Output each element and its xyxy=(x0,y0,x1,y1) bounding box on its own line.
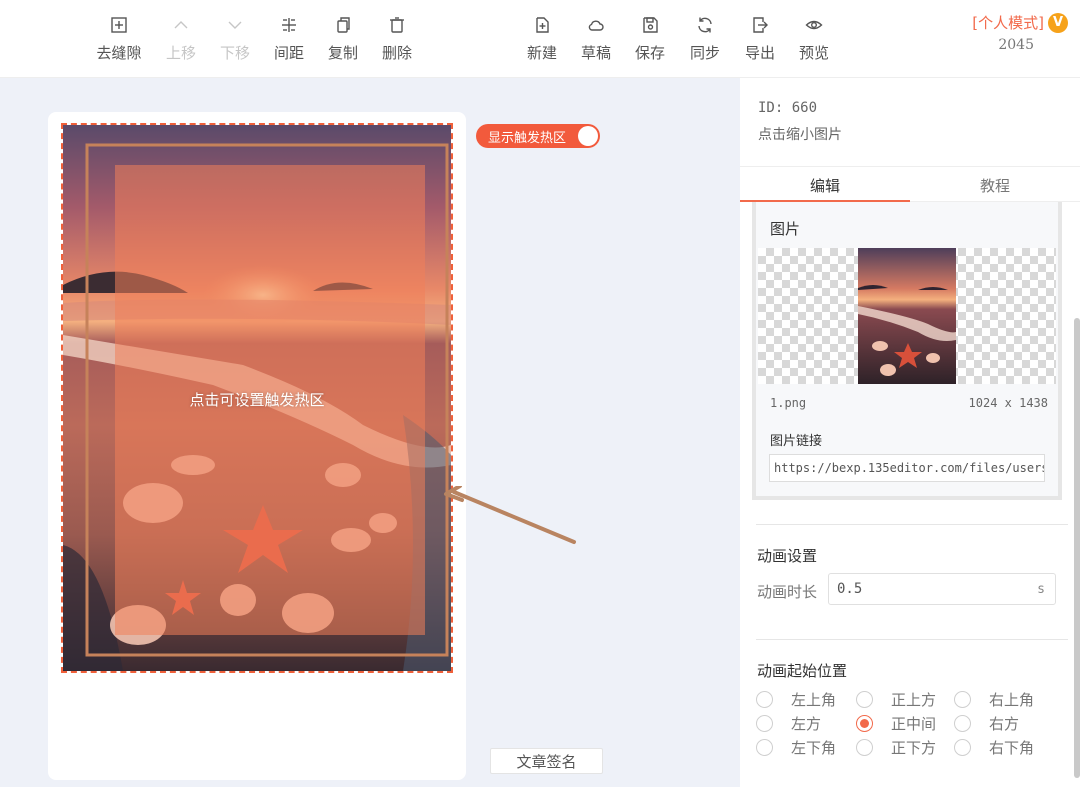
hotspot-hint[interactable]: 点击可设置触发热区 xyxy=(63,389,451,410)
chevron-up-icon xyxy=(170,14,192,36)
position-left[interactable]: 左方 xyxy=(756,713,821,734)
position-top-center[interactable]: 正上方 xyxy=(856,689,936,710)
copy-button[interactable]: 复制 xyxy=(316,14,370,63)
radio-circle xyxy=(856,739,873,756)
move-down-button[interactable]: 下移 xyxy=(208,14,262,63)
copy-icon xyxy=(332,14,354,36)
preview-button[interactable]: 预览 xyxy=(787,14,841,63)
position-center[interactable]: 正中间 xyxy=(856,713,936,734)
animation-duration-unit: s xyxy=(1037,582,1045,597)
editor-workarea: 点击可设置触发热区 显示触发热区 文章签名 xyxy=(0,78,740,787)
shrink-image-hint[interactable]: 点击缩小图片 xyxy=(758,124,842,144)
position-bottom-center[interactable]: 正下方 xyxy=(856,737,936,758)
animation-settings-title: 动画设置 xyxy=(757,547,818,565)
radio-circle xyxy=(954,691,971,708)
divider xyxy=(756,639,1068,640)
image-section-title: 图片 xyxy=(770,220,801,238)
radio-circle xyxy=(756,739,773,756)
export-button[interactable]: 导出 xyxy=(733,14,787,63)
tab-tutorial[interactable]: 教程 xyxy=(910,175,1080,196)
animation-duration-label: 动画时长 xyxy=(757,583,818,601)
mode-year: 2045 xyxy=(998,37,1034,53)
move-up-button[interactable]: 上移 xyxy=(154,14,208,63)
animation-start-position-title: 动画起始位置 xyxy=(757,662,848,680)
image-section: 图片 1.png 1024 x 1438 图片链接 https://bexp.1… xyxy=(752,202,1062,500)
tab-edit[interactable]: 编辑 xyxy=(740,175,910,196)
save-icon xyxy=(639,14,661,36)
radio-circle xyxy=(856,691,873,708)
remove-gap-button[interactable]: 去缝隙 xyxy=(92,14,146,63)
image-dimensions: 1024 x 1438 xyxy=(968,396,1048,410)
eye-icon xyxy=(803,14,825,36)
image-file-name: 1.png xyxy=(770,396,807,410)
top-toolbar: 去缝隙 上移 下移 间距 复制 删除 新建 草稿 保存 同步 导出 预览 [个人… xyxy=(0,0,1080,78)
arrow-pointer-icon xyxy=(444,486,576,544)
export-icon xyxy=(749,14,771,36)
animation-duration-input[interactable]: 0.5 s xyxy=(828,573,1056,605)
save-button[interactable]: 保存 xyxy=(623,14,677,63)
panel-scrollbar[interactable] xyxy=(1074,318,1080,778)
animation-duration-value: 0.5 xyxy=(837,581,863,597)
cloud-icon xyxy=(585,14,607,36)
new-file-icon xyxy=(531,14,553,36)
trash-icon xyxy=(386,14,408,36)
divider xyxy=(756,524,1068,525)
position-top-left[interactable]: 左上角 xyxy=(756,689,836,710)
radio-circle xyxy=(756,691,773,708)
position-top-right[interactable]: 右上角 xyxy=(954,689,1034,710)
chevron-down-icon xyxy=(224,14,246,36)
spacing-button[interactable]: 间距 xyxy=(262,14,316,63)
image-link-label: 图片链接 xyxy=(770,434,823,449)
delete-button[interactable]: 删除 xyxy=(370,14,424,63)
radio-circle xyxy=(954,715,971,732)
radio-circle xyxy=(756,715,773,732)
article-card: 点击可设置触发热区 xyxy=(48,112,466,780)
mode-label: [个人模式] xyxy=(972,14,1044,32)
position-bottom-right[interactable]: 右下角 xyxy=(954,737,1034,758)
article-signature-button[interactable]: 文章签名 xyxy=(490,748,603,774)
radio-circle-checked xyxy=(856,715,873,732)
image-thumbnail xyxy=(858,248,956,384)
new-button[interactable]: 新建 xyxy=(515,14,569,63)
toggle-label: 显示触发热区 xyxy=(488,130,567,146)
vip-badge-icon: V xyxy=(1048,12,1068,33)
gap-icon xyxy=(108,14,130,36)
toggle-knob xyxy=(578,126,598,146)
image-preview[interactable] xyxy=(758,248,1056,384)
sync-button[interactable]: 同步 xyxy=(678,14,732,63)
panel-tabs: 编辑 教程 xyxy=(740,166,1080,202)
position-bottom-left[interactable]: 左下角 xyxy=(756,737,836,758)
element-id: ID: 660 xyxy=(758,100,818,116)
sync-icon xyxy=(694,14,716,36)
image-link-input[interactable]: https://bexp.135editor.com/files/users/0 xyxy=(769,454,1045,482)
selected-image[interactable]: 点击可设置触发热区 xyxy=(61,123,453,673)
properties-panel: ID: 660 点击缩小图片 编辑 教程 图片 1.png 1024 x 143… xyxy=(740,78,1080,787)
show-hotspot-toggle[interactable]: 显示触发热区 xyxy=(476,124,600,148)
mode-indicator[interactable]: [个人模式] V 2045 xyxy=(972,12,1068,53)
position-right[interactable]: 右方 xyxy=(954,713,1019,734)
spacing-icon xyxy=(278,14,300,36)
radio-circle xyxy=(954,739,971,756)
draft-button[interactable]: 草稿 xyxy=(569,14,623,63)
